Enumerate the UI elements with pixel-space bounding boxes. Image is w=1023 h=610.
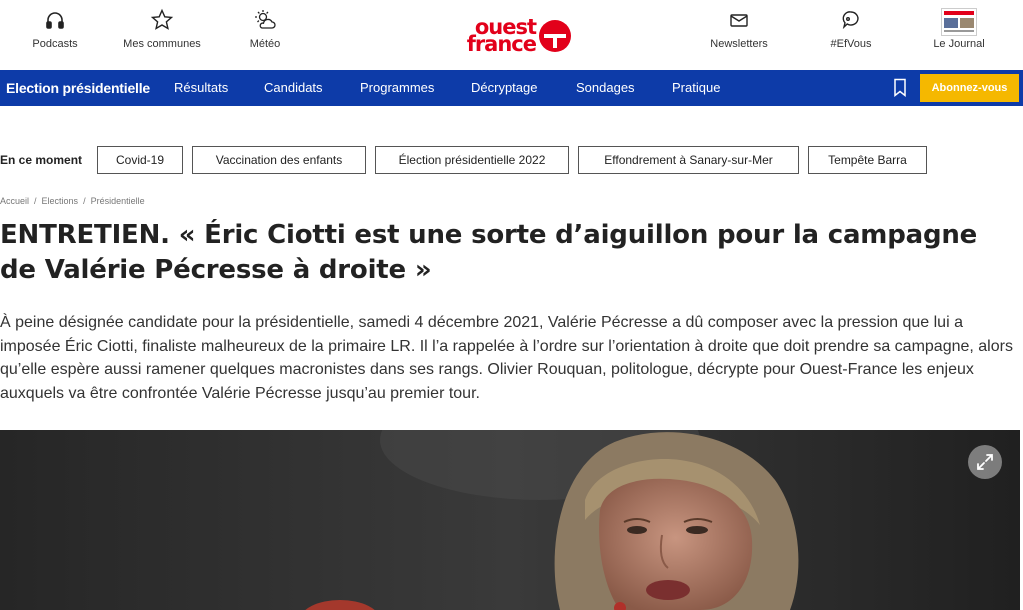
podcasts-label: Podcasts — [32, 38, 78, 50]
subscribe-button[interactable]: Abonnez-vous — [920, 74, 1019, 102]
topic-chip-tempete[interactable]: Tempête Barra — [808, 146, 927, 174]
article-lead: À peine désignée candidate pour la prési… — [0, 314, 1013, 402]
nav-link-resultats[interactable]: Résultats — [174, 70, 228, 106]
logo-wordmark: ouest france — [446, 17, 537, 56]
newsletters-label: Newsletters — [710, 38, 768, 50]
le-journal-link[interactable]: Le Journal — [920, 8, 998, 50]
nav-link-programmes[interactable]: Programmes — [360, 70, 434, 106]
nav-link-pratique[interactable]: Pratique — [672, 70, 720, 106]
envelope-icon — [730, 14, 748, 27]
efvous-label: #EfVous — [830, 38, 872, 50]
breadcrumb-separator: / — [34, 196, 37, 206]
election-navbar: Election présidentielle Résultats Candid… — [0, 70, 1023, 106]
trending-topics: En ce moment Covid-19 Vaccination des en… — [0, 146, 1023, 174]
mes-communes-link[interactable]: Mes communes — [112, 8, 212, 50]
logo-line-france: france — [466, 32, 537, 56]
star-icon — [150, 8, 174, 30]
top-header: Podcasts Mes communes Météo ouest france… — [0, 0, 1023, 70]
meteo-label: Météo — [249, 38, 281, 50]
article-photo — [0, 430, 1020, 610]
podcasts-link[interactable]: Podcasts — [22, 8, 88, 50]
breadcrumb-separator: / — [83, 196, 86, 206]
le-journal-label: Le Journal — [933, 38, 985, 50]
breadcrumb-presidentielle[interactable]: Présidentielle — [91, 196, 145, 206]
topic-chip-covid[interactable]: Covid-19 — [97, 146, 183, 174]
nav-link-decryptage[interactable]: Décryptage — [471, 70, 537, 106]
expand-icon — [977, 454, 993, 470]
weather-icon — [255, 10, 276, 29]
breadcrumb: Accueil / Elections / Présidentielle — [0, 196, 145, 206]
nav-section-title[interactable]: Election présidentielle — [6, 70, 150, 106]
logo-emblem — [539, 20, 571, 52]
topic-chip-effondrement[interactable]: Effondrement à Sanary-sur-Mer — [578, 146, 799, 174]
trending-label: En ce moment — [0, 153, 83, 167]
mes-communes-label: Mes communes — [123, 38, 201, 50]
breadcrumb-accueil[interactable]: Accueil — [0, 196, 29, 206]
newspaper-thumbnail — [941, 8, 977, 36]
efvous-link[interactable]: #EfVous — [820, 8, 882, 50]
nav-link-sondages[interactable]: Sondages — [576, 70, 635, 106]
breadcrumb-elections[interactable]: Elections — [42, 196, 79, 206]
newsletters-link[interactable]: Newsletters — [698, 8, 780, 50]
expand-photo-button[interactable] — [968, 445, 1002, 479]
bookmark-icon[interactable] — [893, 78, 907, 98]
headphones-icon — [46, 12, 64, 29]
nav-link-candidats[interactable]: Candidats — [264, 70, 323, 106]
meteo-link[interactable]: Météo — [240, 8, 290, 50]
article-headline: ENTRETIEN. « Éric Ciotti est une sorte d… — [0, 220, 978, 285]
topic-chip-election[interactable]: Élection présidentielle 2022 — [375, 146, 569, 174]
ouest-france-logo[interactable]: ouest france — [446, 14, 572, 58]
topic-chip-vaccination[interactable]: Vaccination des enfants — [192, 146, 366, 174]
speech-bubble-icon — [842, 11, 859, 30]
